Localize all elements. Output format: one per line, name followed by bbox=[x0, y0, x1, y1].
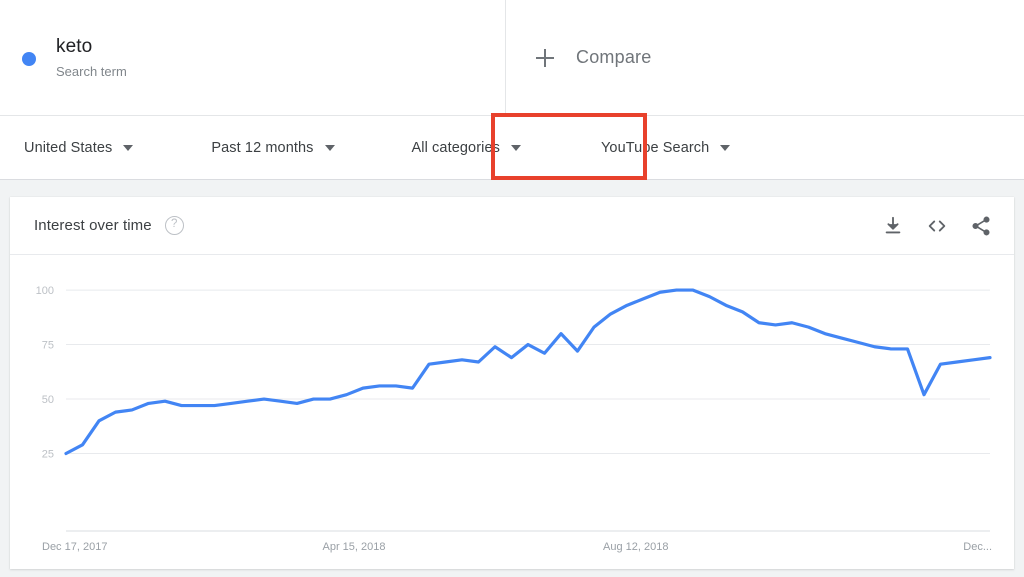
filter-category[interactable]: All categories bbox=[412, 116, 521, 179]
x-axis-tick-label: Apr 15, 2018 bbox=[323, 541, 386, 553]
card-actions bbox=[882, 215, 992, 237]
interest-over-time-chart: 25 50 75 100 Dec 17, 2017 Apr 15, 2018 Aug 12,… bbox=[36, 285, 992, 553]
plus-icon bbox=[536, 48, 554, 67]
compare-cell: Compare bbox=[506, 0, 1024, 115]
chart-area[interactable]: 25 50 75 100 Dec 17, 2017 Apr 15, 2018 Aug 12,… bbox=[10, 255, 1014, 568]
add-comparison-button[interactable]: Compare bbox=[536, 47, 651, 68]
filter-category-label: All categories bbox=[411, 139, 500, 156]
share-icon[interactable] bbox=[970, 215, 992, 237]
term-type-label: Search term bbox=[56, 63, 127, 79]
y-axis-tick-label: 25 bbox=[42, 449, 54, 461]
help-icon[interactable]: ? bbox=[164, 216, 184, 235]
compare-label: Compare bbox=[576, 47, 652, 67]
term-color-dot bbox=[22, 51, 36, 66]
chevron-down-icon bbox=[510, 144, 521, 151]
search-terms-row: keto Search term Compare bbox=[0, 0, 1024, 116]
chevron-down-icon bbox=[720, 144, 731, 151]
y-axis-tick-label: 75 bbox=[42, 340, 54, 352]
filter-time-range-label: Past 12 months bbox=[211, 139, 314, 156]
trends-page: keto Search term Compare United States P… bbox=[0, 0, 1024, 577]
search-term-card[interactable]: keto Search term bbox=[0, 0, 506, 115]
card-header: Interest over time ? bbox=[10, 197, 1014, 255]
filter-location[interactable]: United States bbox=[24, 116, 134, 179]
term-text-block: keto Search term bbox=[56, 35, 127, 80]
term-title: keto bbox=[56, 36, 93, 57]
embed-icon[interactable] bbox=[926, 215, 948, 237]
card-title: Interest over time bbox=[34, 217, 152, 234]
filter-search-property[interactable]: YouTube Search bbox=[600, 116, 731, 179]
filter-bar: United States Past 12 months All categor… bbox=[0, 113, 1024, 180]
download-icon[interactable] bbox=[882, 215, 904, 237]
x-axis-tick-label: Dec 17, 2017 bbox=[42, 541, 107, 553]
filter-location-label: United States bbox=[24, 139, 113, 156]
x-axis-tick-label: Aug 12, 2018 bbox=[603, 541, 668, 553]
series-line-keto bbox=[64, 288, 992, 456]
filter-search-property-label: YouTube Search bbox=[600, 139, 710, 156]
interest-over-time-card: Interest over time ? 25 50 75 100 Dec 17… bbox=[10, 197, 1014, 569]
y-axis-tick-label: 50 bbox=[42, 394, 54, 406]
x-axis-tick-label: Dec... bbox=[963, 541, 992, 553]
y-axis-tick-label: 100 bbox=[36, 285, 54, 297]
chevron-down-icon bbox=[123, 144, 134, 151]
chevron-down-icon bbox=[324, 144, 335, 151]
filter-time-range[interactable]: Past 12 months bbox=[211, 116, 335, 179]
